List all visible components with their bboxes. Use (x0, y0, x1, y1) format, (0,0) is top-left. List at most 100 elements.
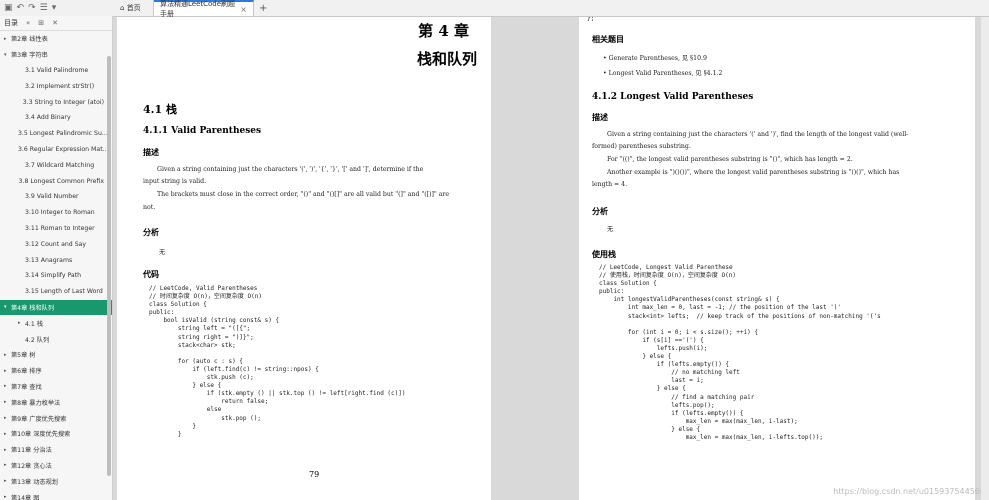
toc-item[interactable]: ▸ 第14章 图 (0, 489, 112, 500)
sidebar-scrollbar[interactable] (107, 56, 111, 476)
description-line: input string is valid. (143, 178, 207, 185)
viewer-scrollbar[interactable] (981, 17, 989, 500)
description-heading: 描述 (143, 147, 159, 157)
watermark: https://blog.csdn.net/u015937544566 (833, 487, 985, 496)
chevron-down-icon[interactable]: ▾ (4, 52, 11, 58)
analysis-heading: 分析 (143, 227, 159, 237)
toc-item-label: 4.1 栈 (25, 320, 43, 328)
toc-item-label: 第10章 深度优先搜索 (11, 431, 71, 439)
chevron-right-icon[interactable]: ▸ (18, 320, 25, 326)
chevron-right-icon[interactable]: ▸ (4, 383, 11, 389)
toc-item[interactable]: 4.2 队列 (0, 331, 112, 347)
chevron-down-icon[interactable]: ▾ (4, 304, 11, 310)
toc-item[interactable]: 3.3 String to Integer (atoi) (0, 94, 112, 110)
toc-item[interactable]: ▸ 4.1 栈 (0, 315, 112, 331)
description-line: Given a string containing just the chara… (157, 166, 424, 173)
chevron-right-icon[interactable]: ▸ (4, 447, 11, 453)
toc-item[interactable]: ▾ 第4章 栈和队列 (0, 299, 112, 316)
toc-item[interactable]: 3.10 Integer to Roman (0, 205, 112, 221)
document-viewer: 第 4 章 栈和队列 4.1 栈 4.1.1 Valid Parentheses… (113, 17, 989, 500)
toc-item[interactable]: ▸ 第8章 暴力枚举法 (0, 394, 112, 410)
page-80: }; 相关题目 • Generate Parentheses, 见 §10.9 … (579, 17, 975, 500)
toc-item[interactable]: 3.8 Longest Common Prefix (0, 173, 112, 189)
toc-item-label: 3.8 Longest Common Prefix (18, 177, 104, 185)
toc-item-label: 第9章 广度优先搜索 (11, 415, 67, 423)
toc-item-label: 3.1 Valid Palindrome (25, 66, 89, 74)
toc-item-label: 3.9 Valid Number (25, 193, 79, 201)
chevron-right-icon[interactable]: ▸ (4, 368, 11, 374)
redo-icon[interactable]: ↷ (28, 3, 36, 13)
related-item-text: Generate Parentheses, 见 §10.9 (608, 55, 707, 62)
chevron-right-icon[interactable]: ▸ (4, 431, 11, 437)
related-heading: 相关题目 (592, 34, 624, 44)
expand-all-icon[interactable]: ⊞ (38, 19, 44, 27)
description-heading: 描述 (592, 112, 608, 122)
description-line: formed) parentheses substring. (592, 143, 691, 150)
new-tab-button[interactable]: + (254, 3, 272, 14)
analysis-text: 无 (159, 249, 166, 256)
chapter-title: 栈和队列 (416, 50, 477, 68)
toc-item-label: 第6章 排序 (11, 368, 42, 376)
toc-item[interactable]: ▸ 第6章 排序 (0, 363, 112, 379)
description-line: length = 4. (592, 181, 628, 188)
tab-home[interactable]: ⌂ 首页 (114, 0, 154, 16)
undo-icon[interactable]: ↶ (17, 3, 25, 13)
section-heading: 4.1 栈 (143, 103, 177, 116)
toc-item-label: 第14章 图 (11, 494, 40, 500)
tab-home-label: 首页 (126, 4, 141, 12)
toc-item[interactable]: 3.2 Implement strStr() (0, 78, 112, 94)
collapse-icon[interactable]: « (26, 19, 30, 27)
chevron-right-icon[interactable]: ▸ (4, 478, 11, 484)
close-icon[interactable]: ✕ (52, 19, 58, 27)
tab-document[interactable]: 算法精通LeetCode刷题手册 × (154, 0, 254, 18)
toc-item[interactable]: 3.6 Regular Expression Mat... (0, 142, 112, 158)
toc-title: 目录 (4, 19, 18, 27)
toc-item[interactable]: 3.4 Add Binary (0, 110, 112, 126)
toc-item[interactable]: ▸ 第5章 树 (0, 347, 112, 363)
toc-item[interactable]: 3.13 Anagrams (0, 252, 112, 268)
toc-item[interactable]: ▸ 第9章 广度优先搜索 (0, 410, 112, 426)
toc-item[interactable]: 3.11 Roman to Integer (0, 221, 112, 237)
toc-item[interactable]: 3.1 Valid Palindrome (0, 63, 112, 79)
chapter-number: 第 4 章 (418, 22, 469, 40)
toc-item[interactable]: ▾ 第3章 字符串 (0, 47, 112, 63)
toc-item-label: 第13章 动态规划 (11, 478, 58, 486)
subsection-heading: 4.1.1 Valid Parentheses (143, 126, 262, 136)
toc-item[interactable]: 3.12 Count and Say (0, 236, 112, 252)
related-item-text: Longest Valid Parentheses, 见 §4.1.2 (608, 70, 723, 77)
toc-item[interactable]: ▸ 第11章 分治法 (0, 442, 112, 458)
toc-item[interactable]: ▸ 第13章 动态规划 (0, 473, 112, 489)
dropdown-icon[interactable]: ▾ (52, 3, 57, 13)
description-line: Another example is ")()())", where the l… (607, 169, 900, 176)
toc-item[interactable]: ▸ 第2章 线性表 (0, 31, 112, 47)
code-block: // LeetCode, Valid Parentheses // 时间复杂度 … (149, 285, 406, 438)
toc-item[interactable]: 3.7 Wildcard Matching (0, 157, 112, 173)
toc-item[interactable]: 3.14 Simplify Path (0, 268, 112, 284)
toc-item[interactable]: 3.5 Longest Palindromic Su... (0, 126, 112, 142)
close-icon[interactable]: × (240, 5, 247, 14)
save-icon[interactable]: ▣ (4, 3, 13, 13)
toc-item[interactable]: 3.15 Length of Last Word (0, 284, 112, 300)
toc-item[interactable]: 3.9 Valid Number (0, 189, 112, 205)
chevron-right-icon[interactable]: ▸ (4, 399, 11, 405)
toc-item-label: 3.7 Wildcard Matching (25, 161, 95, 169)
menu-icon[interactable]: ☰ (40, 3, 48, 13)
chevron-right-icon[interactable]: ▸ (4, 462, 11, 468)
toolbar-icons: ▣ ↶ ↷ ☰ ▾ (0, 3, 114, 13)
code-close-brace: }; (587, 17, 595, 22)
code-heading: 使用栈 (592, 249, 616, 259)
chevron-right-icon[interactable]: ▸ (4, 352, 11, 358)
toc-item[interactable]: ▸ 第7章 查找 (0, 379, 112, 395)
related-item: • Generate Parentheses, 见 §10.9 (603, 55, 707, 62)
toc-item[interactable]: ▸ 第10章 深度优先搜索 (0, 426, 112, 442)
code-block: // LeetCode, Longest Valid Parenthese //… (599, 264, 881, 441)
toc-item-label: 3.15 Length of Last Word (25, 288, 103, 296)
chevron-right-icon[interactable]: ▸ (4, 415, 11, 421)
toc-item[interactable]: ▸ 第12章 贪心法 (0, 458, 112, 474)
chevron-right-icon[interactable]: ▸ (4, 36, 11, 42)
toc-item-label: 3.10 Integer to Roman (25, 209, 95, 217)
toc-item-label: 3.4 Add Binary (25, 114, 71, 122)
chevron-right-icon[interactable]: ▸ (4, 494, 11, 500)
related-item: • Longest Valid Parentheses, 见 §4.1.2 (603, 70, 723, 77)
toc-item-label: 第11章 分治法 (11, 447, 52, 455)
